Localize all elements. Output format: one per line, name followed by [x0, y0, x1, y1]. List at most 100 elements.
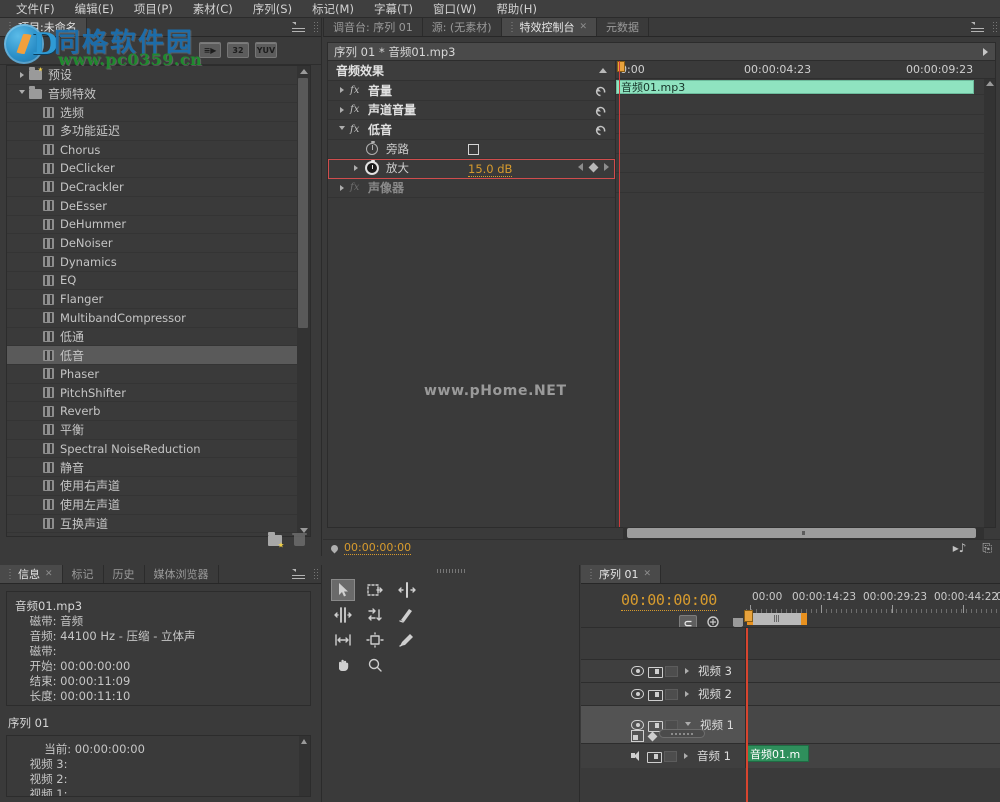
effect-tree-item[interactable]: DeEsser [7, 197, 297, 216]
track-toggle-icon[interactable] [665, 666, 678, 677]
effect-tree-item[interactable]: Reverb [7, 402, 297, 421]
delete-icon[interactable] [294, 535, 305, 546]
slide-tool[interactable] [363, 629, 387, 651]
speaker-icon[interactable] [631, 751, 643, 761]
effect-controls-hscroll[interactable] [327, 527, 996, 539]
tab-markers[interactable]: 标记 [63, 565, 104, 583]
menu-sequence[interactable]: 序列(S) [243, 0, 302, 18]
tab-effect-controls[interactable]: 特效控制台 ✕ [502, 18, 598, 36]
timeline-playhead-timecode[interactable]: 00:00:00:00 [621, 591, 717, 611]
track-head-video2[interactable]: 视频 2 [581, 683, 746, 705]
zoom-tool[interactable] [363, 654, 387, 676]
effect-controls-clip-bar[interactable]: 序列 01 * 音频01.mp3 [328, 43, 995, 61]
tab-source-monitor[interactable]: 源: (无素材) [423, 18, 502, 36]
tab-history[interactable]: 历史 [104, 565, 145, 583]
lock-icon[interactable] [648, 720, 661, 731]
pen-tool[interactable] [395, 629, 419, 651]
clip-bar[interactable]: 音频01.mp3 [616, 80, 974, 94]
panel-drag-grip[interactable] [992, 21, 997, 33]
tab-info[interactable]: 信息 ✕ [0, 565, 63, 583]
menu-file[interactable]: 文件(F) [6, 0, 65, 18]
tab-metadata[interactable]: 元数据 [597, 18, 649, 36]
effect-tree-item[interactable]: 互换声道 [7, 515, 297, 534]
track-row-video3[interactable]: 视频 3 [581, 660, 1000, 683]
track-head-video3[interactable]: 视频 3 [581, 660, 746, 682]
lock-icon[interactable] [648, 666, 661, 677]
track-body-video3[interactable] [746, 660, 1000, 682]
effect-tree-item[interactable]: DeNoiser [7, 234, 297, 253]
effect-control-row[interactable]: fx音量 [328, 81, 615, 101]
effect-control-row[interactable]: fx声道音量 [328, 101, 615, 121]
chevron-right-icon[interactable] [334, 107, 350, 113]
chevron-right-icon[interactable] [15, 72, 29, 78]
panel-menu-icon[interactable] [292, 22, 305, 32]
keyframe-navigator[interactable] [659, 729, 705, 738]
lock-icon[interactable] [647, 751, 660, 762]
effect-tree-item[interactable]: Dynamics [7, 253, 297, 272]
panel-drag-grip[interactable] [313, 21, 318, 33]
timeline-ruler-wrap[interactable]: 00:00 00:00:14:23 00:00:29:23 00:00:44:2… [746, 590, 1000, 612]
effect-tree-item[interactable]: PitchShifter [7, 384, 297, 403]
hand-tool[interactable] [331, 654, 355, 676]
timeline-playhead-handle[interactable] [744, 610, 753, 622]
razor-tool[interactable] [395, 604, 419, 626]
menu-title[interactable]: 字幕(T) [364, 0, 423, 18]
effect-tree-item[interactable]: 使用右声道 [7, 477, 297, 496]
chevron-right-icon[interactable] [348, 165, 364, 171]
effect-control-row[interactable]: 旁路 [328, 140, 615, 160]
scroll-up-arrow[interactable] [986, 81, 994, 86]
chevron-right-icon[interactable] [684, 753, 688, 759]
next-keyframe-icon[interactable] [604, 163, 609, 171]
export-frame-icon[interactable]: ⎘ [982, 541, 992, 556]
audio-effects-group-header[interactable]: 音频效果 [328, 61, 615, 81]
effect-control-row[interactable]: fx声像器 [328, 179, 615, 199]
bit-depth-button[interactable]: 32 [227, 42, 249, 58]
effect-tree-item[interactable]: 静音 [7, 458, 297, 477]
effect-tree-item[interactable]: 使用左声道 [7, 496, 297, 515]
work-area-bar[interactable] [747, 613, 807, 625]
effect-tree-item[interactable]: EQ [7, 272, 297, 291]
menu-marker[interactable]: 标记(M) [302, 0, 364, 18]
menu-help[interactable]: 帮助(H) [486, 0, 547, 18]
chevron-down-icon[interactable] [334, 126, 350, 133]
boost-value[interactable]: 15.0 dB [468, 162, 512, 177]
selection-tool[interactable] [331, 579, 355, 601]
chevron-right-icon[interactable] [983, 48, 988, 56]
menu-window[interactable]: 窗口(W) [423, 0, 486, 18]
effect-tree-item[interactable]: 预设 [7, 66, 297, 85]
effect-tree-item[interactable]: 低通 [7, 328, 297, 347]
track-body-audio1[interactable]: 音频01.m [746, 744, 1000, 768]
menu-clip[interactable]: 素材(C) [183, 0, 243, 18]
ripple-edit-tool[interactable] [395, 579, 419, 601]
tab-media-browser[interactable]: 媒体浏览器 [145, 565, 219, 583]
track-row-video2[interactable]: 视频 2 [581, 683, 1000, 706]
track-head-audio1[interactable]: 音频 1 [581, 744, 746, 768]
effects-tree-scrollbar[interactable] [297, 66, 310, 536]
effect-controls-ruler[interactable]: 0:00 00:00:04:23 00:00:09:23 [616, 61, 995, 79]
scroll-up-arrow[interactable] [300, 69, 308, 74]
effects-tree[interactable]: 预设音频特效选频多功能延迟ChorusDeClickerDeCracklerDe… [6, 65, 311, 537]
show-keyframes-icon[interactable] [631, 730, 644, 742]
collapse-icon[interactable] [599, 68, 607, 73]
tab-project[interactable]: 项目:未命名 [0, 18, 87, 36]
effect-tree-item[interactable]: DeHummer [7, 216, 297, 235]
status-timecode[interactable]: 00:00:00:00 [344, 541, 411, 555]
play-audio-icon[interactable]: ▸♪ [953, 541, 967, 555]
effect-tree-item[interactable]: Flanger [7, 290, 297, 309]
close-icon[interactable]: ✕ [45, 569, 53, 579]
rate-stretch-tool[interactable] [363, 604, 387, 626]
prev-keyframe-icon[interactable] [578, 163, 583, 171]
effect-control-row[interactable]: fx低音 [328, 120, 615, 140]
effect-tree-item[interactable]: DeCrackler [7, 178, 297, 197]
chevron-right-icon[interactable] [685, 691, 689, 697]
menu-project[interactable]: 项目(P) [124, 0, 183, 18]
tab-sequence-01[interactable]: 序列 01 ✕ [581, 565, 661, 583]
track-toggle-icon[interactable] [665, 689, 678, 700]
effect-tree-item[interactable]: MultibandCompressor [7, 309, 297, 328]
effect-tree-item[interactable]: Spectral NoiseReduction [7, 440, 297, 459]
track-body-video1[interactable] [746, 706, 1000, 743]
scroll-up-arrow[interactable] [301, 739, 307, 744]
yuv-button[interactable]: YUV [255, 42, 277, 58]
timeline-ruler[interactable]: 00:00 00:00:14:23 00:00:29:23 00:00:44:2… [746, 590, 1000, 604]
tab-audio-mixer[interactable]: 调音台: 序列 01 [324, 18, 423, 36]
